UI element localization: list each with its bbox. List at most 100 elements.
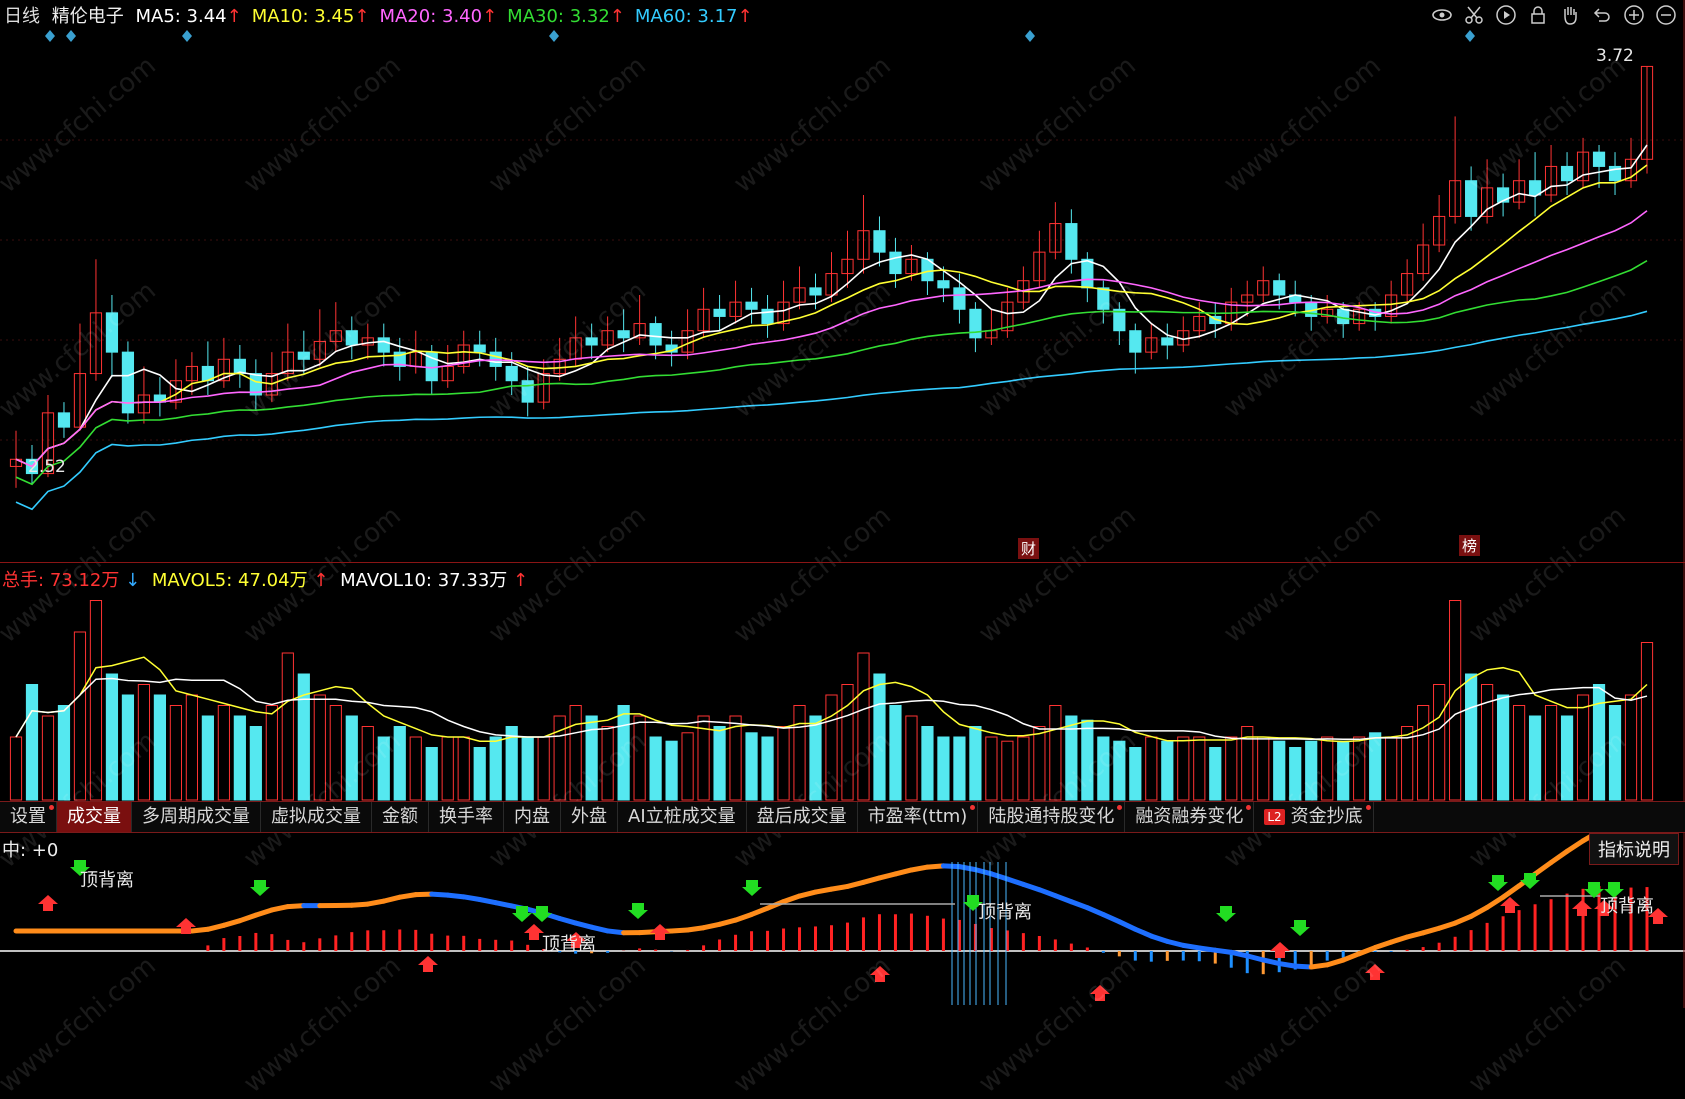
sell-arrow-icon [1216,906,1236,922]
signal-line-segment [1055,896,1071,902]
zoom-out-icon[interactable] [1655,4,1677,26]
signal-line-segment [1039,890,1055,896]
lock-icon[interactable] [1527,4,1549,26]
tab-3[interactable]: 虚拟成交量 [261,802,372,832]
financial-report-tag[interactable]: 财 [1018,538,1039,559]
oscillator-bar [1422,947,1425,951]
buy-arrow-icon [1572,900,1592,916]
undo-icon[interactable] [1591,4,1613,26]
buy-arrow-icon [1270,942,1290,958]
oscillator-bar [1134,951,1137,961]
oscillator-bar [894,914,897,951]
volume-bar [586,716,597,800]
zoom-in-icon[interactable] [1623,4,1645,26]
ma-value: MA30: 3.32 [507,6,610,27]
ma-legend-item: MA60: 3.17↑ [635,6,753,27]
candle-body [746,302,757,309]
signal-line-segment [1327,960,1343,965]
buy-arrow-icon [524,924,544,940]
candle-body [954,288,965,309]
oscillator-bar [1518,910,1521,951]
signal-line-segment [1391,937,1407,942]
candle-body [938,281,949,288]
oscillator-bar [1118,951,1121,956]
tab-9[interactable]: 盘后成交量 [747,802,858,832]
oscillator-bar [766,931,769,951]
volume-bar [1625,695,1636,800]
tab-dot [1246,805,1251,810]
oscillator-bar [494,940,497,951]
tab-8[interactable]: AI立桩成交量 [618,802,747,832]
low-price-label: 2.52 [28,457,66,477]
tab-dot [49,805,54,810]
candle-body [474,345,485,352]
indicator-help-button[interactable]: 指标说明 [1589,833,1679,865]
signal-line-segment [768,902,784,909]
tab-5[interactable]: 换手率 [429,802,504,832]
volume-bar [602,727,613,801]
oscillator-bar [702,945,705,951]
volume-bar [1114,741,1125,800]
signal-line-segment [240,915,256,921]
tab-4[interactable]: 金额 [372,802,429,832]
tab-7[interactable]: 外盘 [561,802,618,832]
oscillator-bar [302,942,305,951]
oscillator-bar [686,950,689,951]
volume-bar [1322,737,1333,800]
sell-arrow-icon [1290,920,1310,936]
play-icon[interactable] [1495,4,1517,26]
oscillator-bar [286,940,289,951]
volume-bar [618,706,629,801]
volume-bar [762,737,773,800]
tab-0[interactable]: 设置 [0,802,57,832]
volume-bar [1050,706,1061,801]
oscillator-bar [1566,894,1569,951]
tab-10[interactable]: 市盈率(ttm) [858,802,979,832]
tab-1[interactable]: 成交量 [57,802,132,832]
volume-bar [378,737,389,800]
tab-dot [970,805,975,810]
volume-bar [170,706,181,801]
volume-bar [218,706,229,801]
signal-line-segment [1023,884,1039,889]
volume-bar [1466,674,1477,800]
oscillator-bar [654,950,657,951]
tab-label: 设置 [10,806,46,827]
oscillator-bar [862,917,865,951]
ranking-list-tag[interactable]: 榜 [1459,535,1480,556]
volume-bar [42,716,53,800]
volume-bar [106,674,117,800]
stock-chart[interactable] [0,0,1685,1008]
tab-2[interactable]: 多周期成交量 [132,802,261,832]
tab-12[interactable]: 融资融券变化 [1125,802,1254,832]
indicator-tabs: 设置成交量多周期成交量虚拟成交量金额换手率内盘外盘AI立桩成交量盘后成交量市盈率… [0,801,1685,833]
period-label[interactable]: 日线 [4,6,40,27]
oscillator-bar [846,923,849,951]
hand-icon[interactable] [1559,4,1581,26]
oscillator-bar [270,934,273,951]
divergence-label: 顶背离 [542,930,596,956]
tab-dot [1366,805,1371,810]
volume-bar [858,653,869,800]
tab-13[interactable]: L2资金抄底 [1254,802,1373,832]
chart-header: 日线 精伦电子 MA5: 3.44↑MA10: 3.45↑MA20: 3.40↑… [4,2,769,28]
volume-bar [394,727,405,801]
oscillator-bar [366,930,369,951]
tab-11[interactable]: 陆股通持股变化 [978,802,1125,832]
signal-line-segment [1071,902,1087,908]
oscillator-bar [878,914,881,951]
eye-icon[interactable] [1431,4,1453,26]
ma-legend-item: MA10: 3.45↑ [252,6,370,27]
scissors-icon[interactable] [1463,4,1485,26]
tab-6[interactable]: 内盘 [504,802,561,832]
stock-name[interactable]: 精伦电子 [52,6,124,27]
volume-bar [458,737,469,800]
oscillator-bar [798,927,801,951]
volume-bar [874,674,885,800]
volume-bar [1609,706,1620,801]
volume-bar [410,737,421,800]
candle-body [346,331,357,345]
oscillator-bar [478,939,481,951]
oscillator-bar [414,930,417,951]
candle-body [378,338,389,352]
